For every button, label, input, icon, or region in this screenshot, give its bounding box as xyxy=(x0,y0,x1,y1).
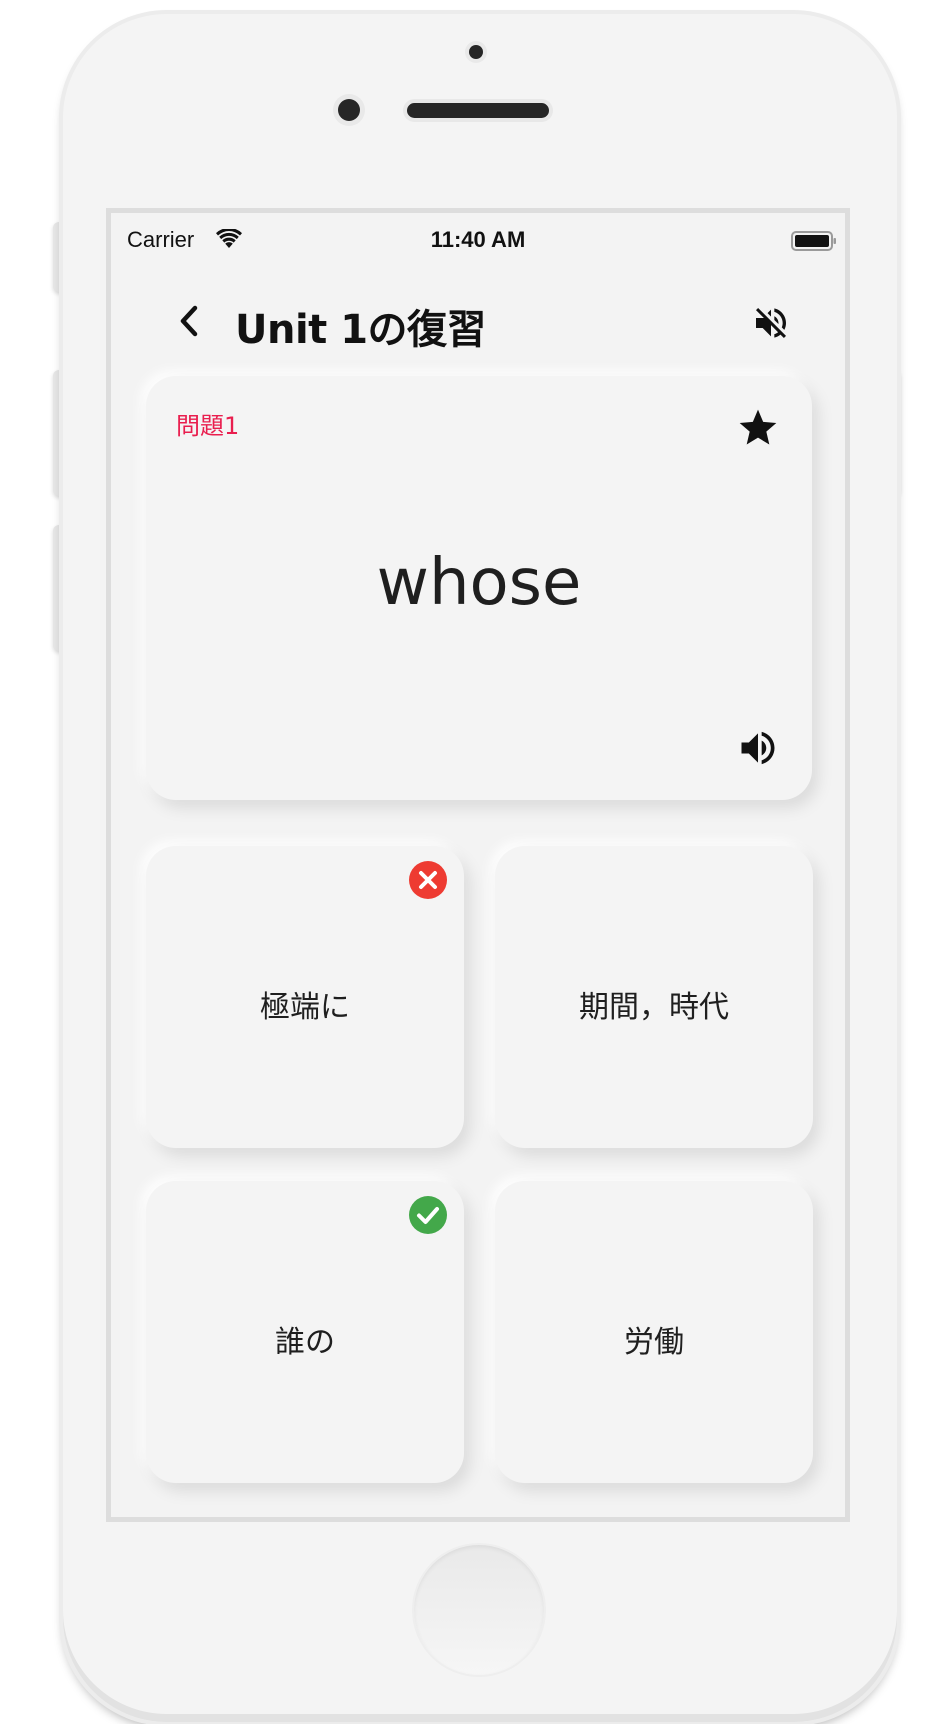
answer-label: 誰の xyxy=(275,1325,335,1360)
chevron-left-icon xyxy=(180,305,198,337)
home-button[interactable] xyxy=(414,1545,544,1675)
answer-label: 労働 xyxy=(624,1325,684,1360)
question-word: whose xyxy=(376,546,582,620)
correct-icon xyxy=(409,1196,447,1234)
back-button[interactable] xyxy=(171,299,211,343)
answer-option-3[interactable]: 誰の xyxy=(146,1181,464,1483)
page-title: Unit 1の復習 xyxy=(235,307,487,353)
answer-label: 期間，時代 xyxy=(579,990,729,1025)
app-screen: Carrier 11:40 AM Unit 1の復習 問題1 whose 極端に… xyxy=(106,208,850,1522)
question-number: 問題1 xyxy=(176,412,240,440)
device-mockup: Carrier 11:40 AM Unit 1の復習 問題1 whose 極端に… xyxy=(0,0,952,1724)
status-bar: Carrier 11:40 AM xyxy=(111,213,845,257)
answer-option-1[interactable]: 極端に xyxy=(146,846,464,1148)
answer-option-2[interactable]: 期間，時代 xyxy=(495,846,813,1148)
play-audio-button[interactable] xyxy=(736,726,780,770)
front-camera xyxy=(338,99,360,121)
answer-option-4[interactable]: 労働 xyxy=(495,1181,813,1483)
volume-up-icon xyxy=(741,731,775,765)
status-time: 11:40 AM xyxy=(430,227,526,252)
battery-icon xyxy=(791,231,836,251)
proximity-sensor xyxy=(469,45,483,59)
mute-toggle-button[interactable] xyxy=(751,303,791,343)
earpiece-speaker xyxy=(407,103,549,118)
incorrect-icon xyxy=(409,861,447,899)
favorite-button[interactable] xyxy=(736,406,780,450)
question-card: 問題1 whose xyxy=(146,376,812,800)
answer-label: 極端に xyxy=(260,990,350,1025)
star-icon xyxy=(739,409,777,445)
volume-off-icon xyxy=(756,308,786,338)
